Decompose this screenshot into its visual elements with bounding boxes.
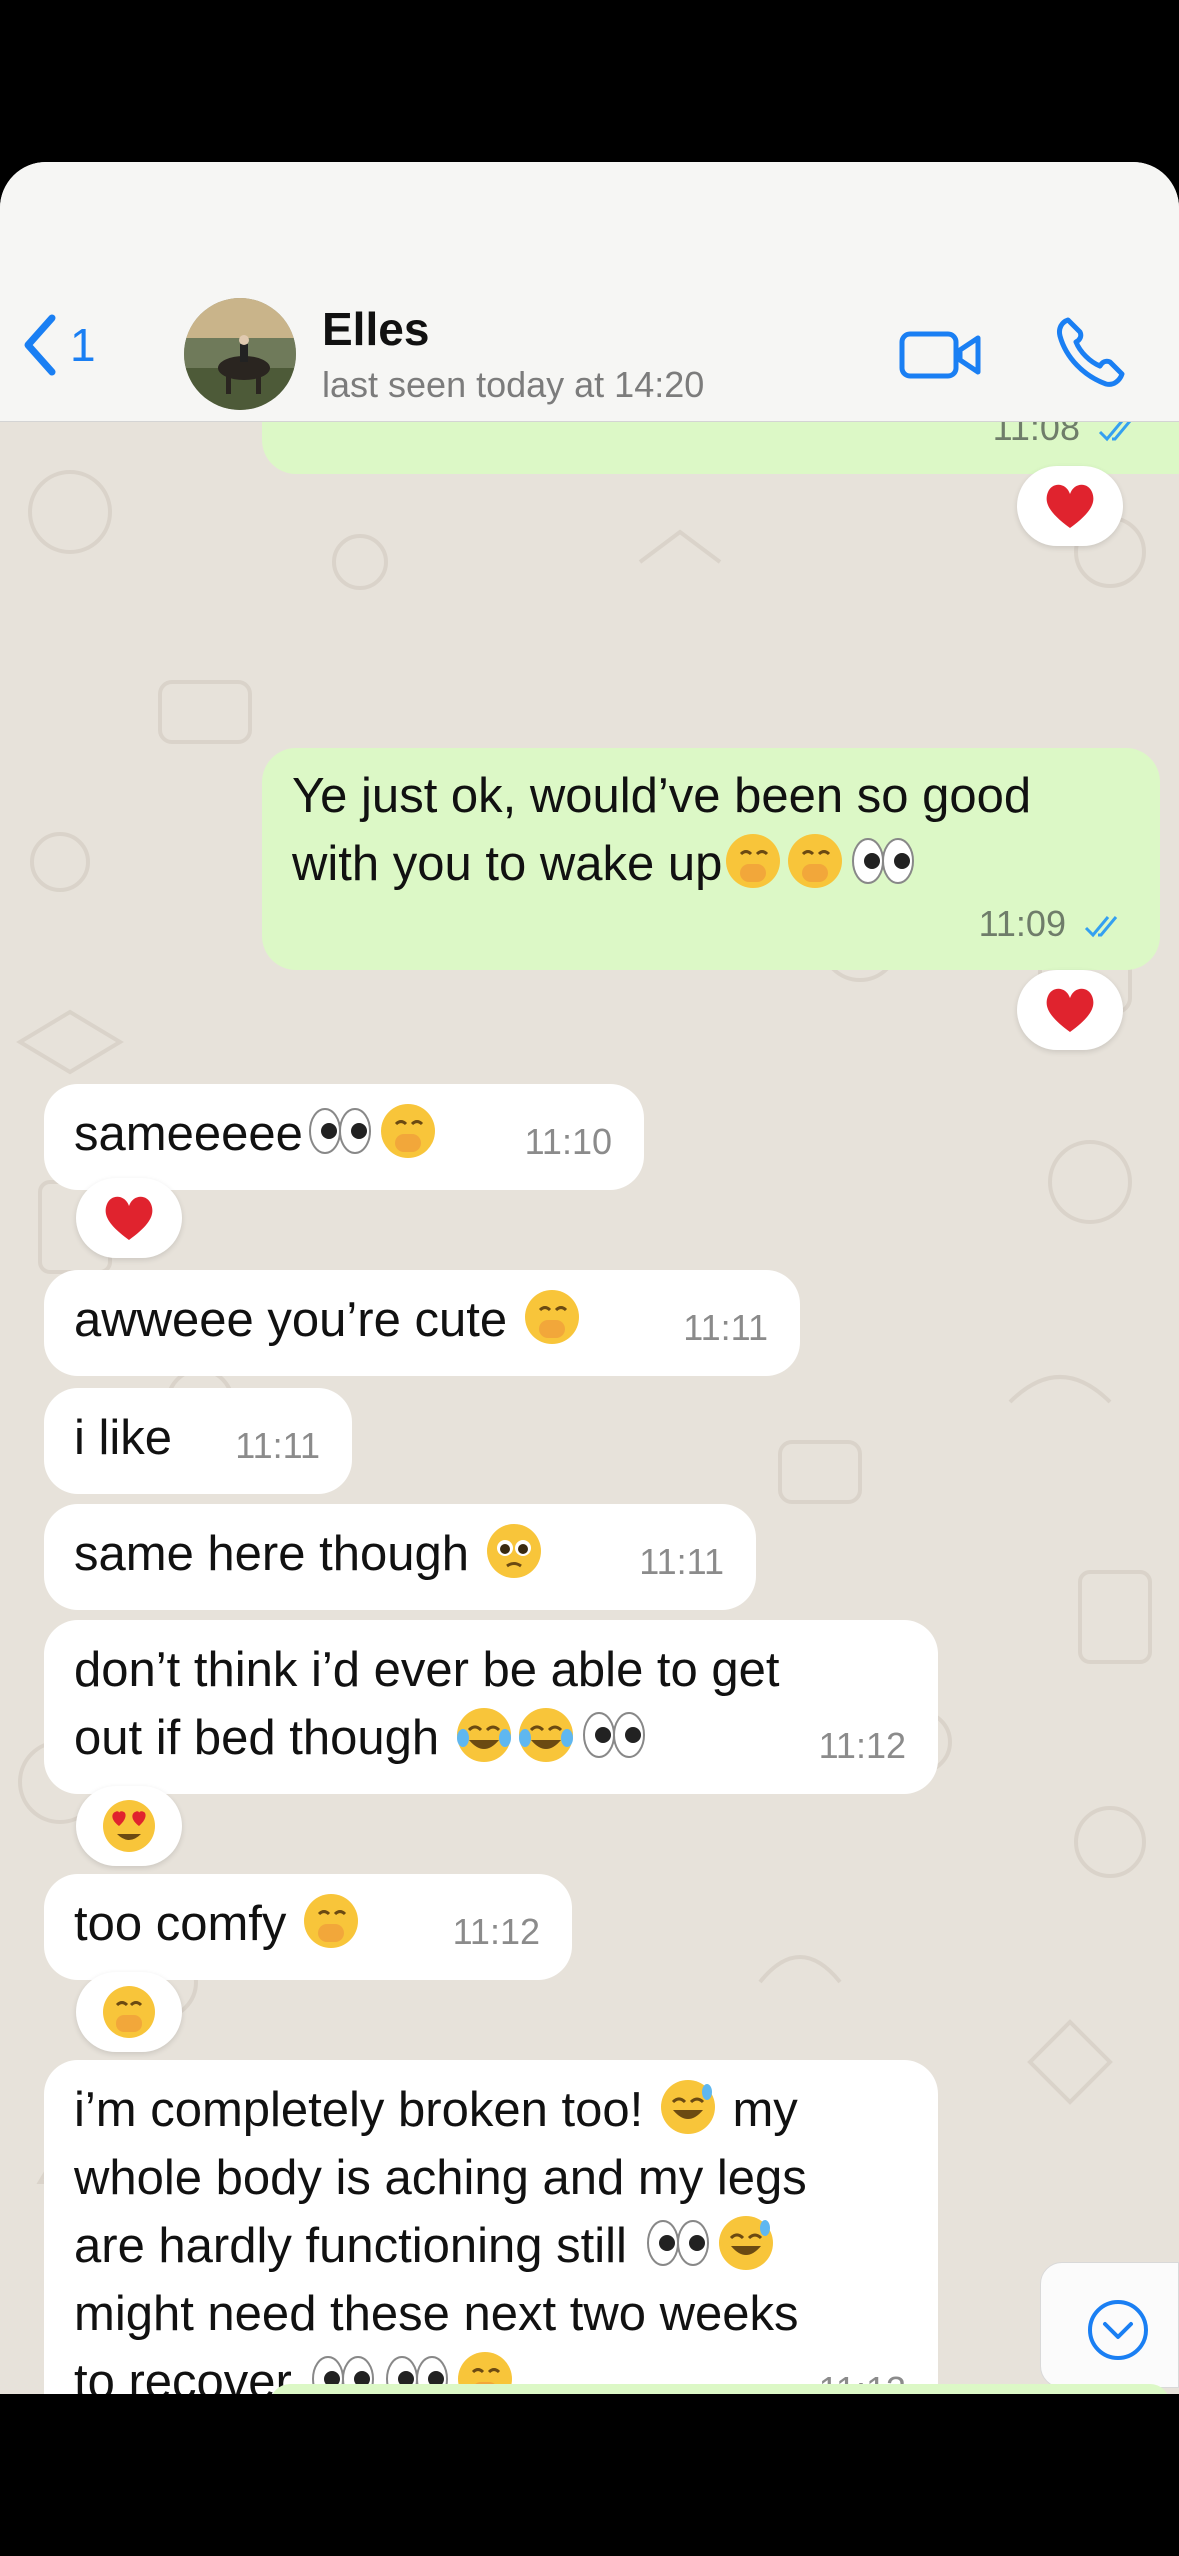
heart-icon bbox=[1046, 988, 1094, 1032]
message-bubble-incoming[interactable]: sameeeee 11:10 bbox=[44, 1084, 644, 1190]
hand-over-mouth-emoji-icon bbox=[103, 1986, 155, 2038]
chat-area[interactable]: 11:08 Ye just ok, would’ve been so good … bbox=[0, 422, 1179, 2394]
chat-sheet: 11:08 Ye just ok, would’ve been so good … bbox=[0, 162, 1179, 2394]
status-bar bbox=[0, 0, 1179, 162]
unread-count: 1 bbox=[70, 319, 96, 371]
reaction-heart[interactable] bbox=[76, 1178, 182, 1258]
grinning-sweat-emoji-icon bbox=[718, 2216, 773, 2270]
partial-outgoing-bubble bbox=[270, 2384, 1170, 2394]
tears-of-joy-emoji-icon bbox=[518, 1708, 573, 1762]
message-text-line: sameeeee bbox=[74, 1107, 303, 1161]
message-time: 11:10 bbox=[524, 1121, 612, 1162]
video-camera-icon[interactable] bbox=[898, 320, 984, 390]
phone-icon[interactable] bbox=[1054, 314, 1126, 390]
message-bubble-incoming[interactable]: awweee you’re cute 11:11 bbox=[44, 1270, 800, 1376]
message-time: 11:11 bbox=[683, 1307, 768, 1348]
bottom-bar bbox=[0, 2394, 1179, 2556]
reaction-hand-over-mouth[interactable] bbox=[76, 1972, 182, 2052]
scroll-to-bottom-button[interactable] bbox=[1040, 2262, 1179, 2388]
message-time: 11:11 bbox=[639, 1541, 724, 1582]
reaction-heart[interactable] bbox=[1017, 970, 1123, 1050]
message-bubble-incoming[interactable]: too comfy 11:12 bbox=[44, 1874, 572, 1980]
chat-header: 1 Elles last seen today at 14:20 bbox=[0, 162, 1179, 422]
message-text-line: too comfy bbox=[74, 1897, 287, 1951]
message-text-line: are hardly functioning still bbox=[74, 2219, 627, 2273]
avatar[interactable] bbox=[184, 298, 296, 410]
eyes-emoji-icon bbox=[582, 1712, 645, 1758]
avatar-photo bbox=[184, 298, 296, 410]
tears-of-joy-emoji-icon bbox=[456, 1708, 511, 1762]
message-text-line: out if bed though bbox=[74, 1711, 440, 1765]
heart-icon bbox=[105, 1196, 153, 1240]
message-text-line: to recover bbox=[74, 2355, 292, 2394]
message-bubble-incoming[interactable]: i’m completely broken too! my whole body… bbox=[44, 2060, 938, 2394]
message-text-line: might need these next two weeks bbox=[74, 2287, 799, 2341]
message-text-line: i like bbox=[74, 1411, 173, 1465]
message-text-line: i’m completely broken too! bbox=[74, 2083, 644, 2137]
hand-over-mouth-emoji-icon bbox=[726, 834, 781, 888]
hand-over-mouth-emoji-icon bbox=[788, 834, 843, 888]
back-button[interactable]: 1 bbox=[18, 310, 96, 380]
message-text-line: same here though bbox=[74, 1527, 469, 1581]
message-time: 11:09 bbox=[978, 903, 1066, 944]
message-text-line: Ye just ok, would’ve been so good bbox=[292, 769, 1032, 823]
hand-over-mouth-emoji-icon bbox=[304, 1894, 359, 1948]
message-bubble-incoming[interactable]: don’t think i’d ever be able to get out … bbox=[44, 1620, 938, 1794]
message-time: 11:11 bbox=[235, 1425, 320, 1466]
message-text-line: whole body is aching and my legs bbox=[74, 2151, 807, 2205]
hand-over-mouth-emoji-icon bbox=[380, 1104, 435, 1158]
message-text-line: awweee you’re cute bbox=[74, 1293, 508, 1347]
message-text-line: don’t think i’d ever be able to get bbox=[74, 1643, 780, 1697]
last-seen-status: last seen today at 14:20 bbox=[322, 364, 705, 405]
message-time: 11:12 bbox=[452, 1911, 540, 1952]
read-ticks-icon bbox=[1084, 916, 1118, 938]
hand-over-mouth-emoji-icon bbox=[524, 1290, 579, 1344]
grinning-sweat-emoji-icon bbox=[660, 2080, 715, 2134]
read-ticks-icon bbox=[1098, 422, 1132, 442]
message-text-line: my bbox=[732, 2083, 798, 2137]
chevron-left-icon bbox=[24, 314, 56, 376]
message-bubble-outgoing[interactable]: Ye just ok, would’ve been so good with y… bbox=[262, 748, 1160, 970]
message-bubble-incoming[interactable]: i like 11:11 bbox=[44, 1388, 352, 1494]
reaction-heart-eyes[interactable] bbox=[76, 1786, 182, 1866]
message-bubble-outgoing[interactable]: 11:08 bbox=[262, 422, 1179, 474]
reaction-heart[interactable] bbox=[1017, 466, 1123, 546]
message-text-line: with you to wake up bbox=[292, 837, 723, 891]
message-time: 11:12 bbox=[818, 1725, 906, 1766]
eyes-emoji-icon bbox=[308, 1108, 371, 1154]
message-time: 11:08 bbox=[992, 422, 1080, 448]
heart-eyes-emoji-icon bbox=[103, 1800, 155, 1852]
pleading-face-emoji-icon bbox=[486, 1524, 541, 1578]
contact-name[interactable]: Elles bbox=[322, 302, 429, 356]
chevron-down-circle-icon bbox=[1088, 2300, 1148, 2360]
eyes-emoji-icon bbox=[852, 838, 915, 884]
heart-icon bbox=[1046, 484, 1094, 528]
message-bubble-incoming[interactable]: same here though 11:11 bbox=[44, 1504, 756, 1610]
eyes-emoji-icon bbox=[646, 2220, 709, 2266]
